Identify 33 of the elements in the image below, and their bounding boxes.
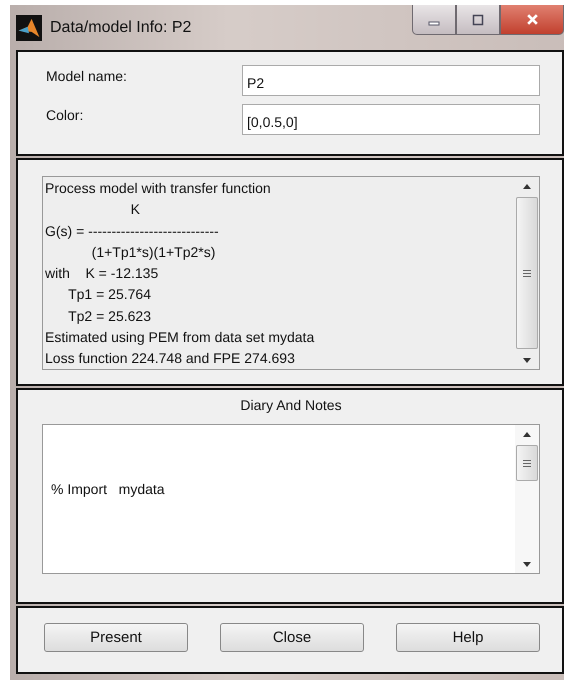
scroll-down-icon[interactable] [523, 355, 531, 365]
info-line: Tp1 = 25.764 [67, 285, 152, 304]
window-title: Data/model Info: P2 [50, 18, 192, 36]
close-icon[interactable] [526, 13, 538, 26]
scroll-down-icon[interactable] [523, 559, 531, 569]
info-line: with K = -12.135 [45, 264, 160, 284]
input-field[interactable]: [0,0.5,0] [242, 104, 540, 135]
note-line: % Import mydata [51, 481, 165, 497]
dialog-button[interactable]: Present [44, 622, 188, 652]
info-line: Loss function 224.748 and FPE 274.693 [45, 349, 296, 368]
field-label: Color: [46, 106, 84, 123]
info-line: (1+Tp1*s)(1+Tp2*s) [90, 242, 216, 262]
dialog-button[interactable]: Help [396, 622, 540, 652]
field-label: Model name: [46, 67, 128, 84]
grip-icon [523, 460, 531, 466]
diary-title: Diary And Notes [240, 396, 342, 415]
maximize-button[interactable] [456, 5, 500, 35]
app-logo-icon [16, 14, 42, 40]
maximize-icon[interactable] [472, 14, 484, 26]
minimize-button[interactable] [412, 5, 456, 35]
info-line: Process model with transfer function [45, 179, 272, 198]
info-line: Estimated using PEM from data set mydata [45, 328, 316, 348]
input-field[interactable]: P2 [242, 65, 540, 96]
scrollbar[interactable] [515, 425, 539, 573]
notes-field[interactable]: % Import mydata [42, 424, 540, 574]
scroll-thumb[interactable] [516, 197, 538, 349]
info-line: Tp2 = 25.623 [67, 306, 152, 326]
grip-icon [523, 270, 531, 276]
info-line: K [130, 200, 141, 220]
scroll-thumb[interactable] [516, 445, 538, 481]
info-line: G(s) = ---------------------------- [45, 222, 220, 241]
dialog-button[interactable]: Close [220, 622, 364, 652]
close-button[interactable] [500, 5, 564, 35]
